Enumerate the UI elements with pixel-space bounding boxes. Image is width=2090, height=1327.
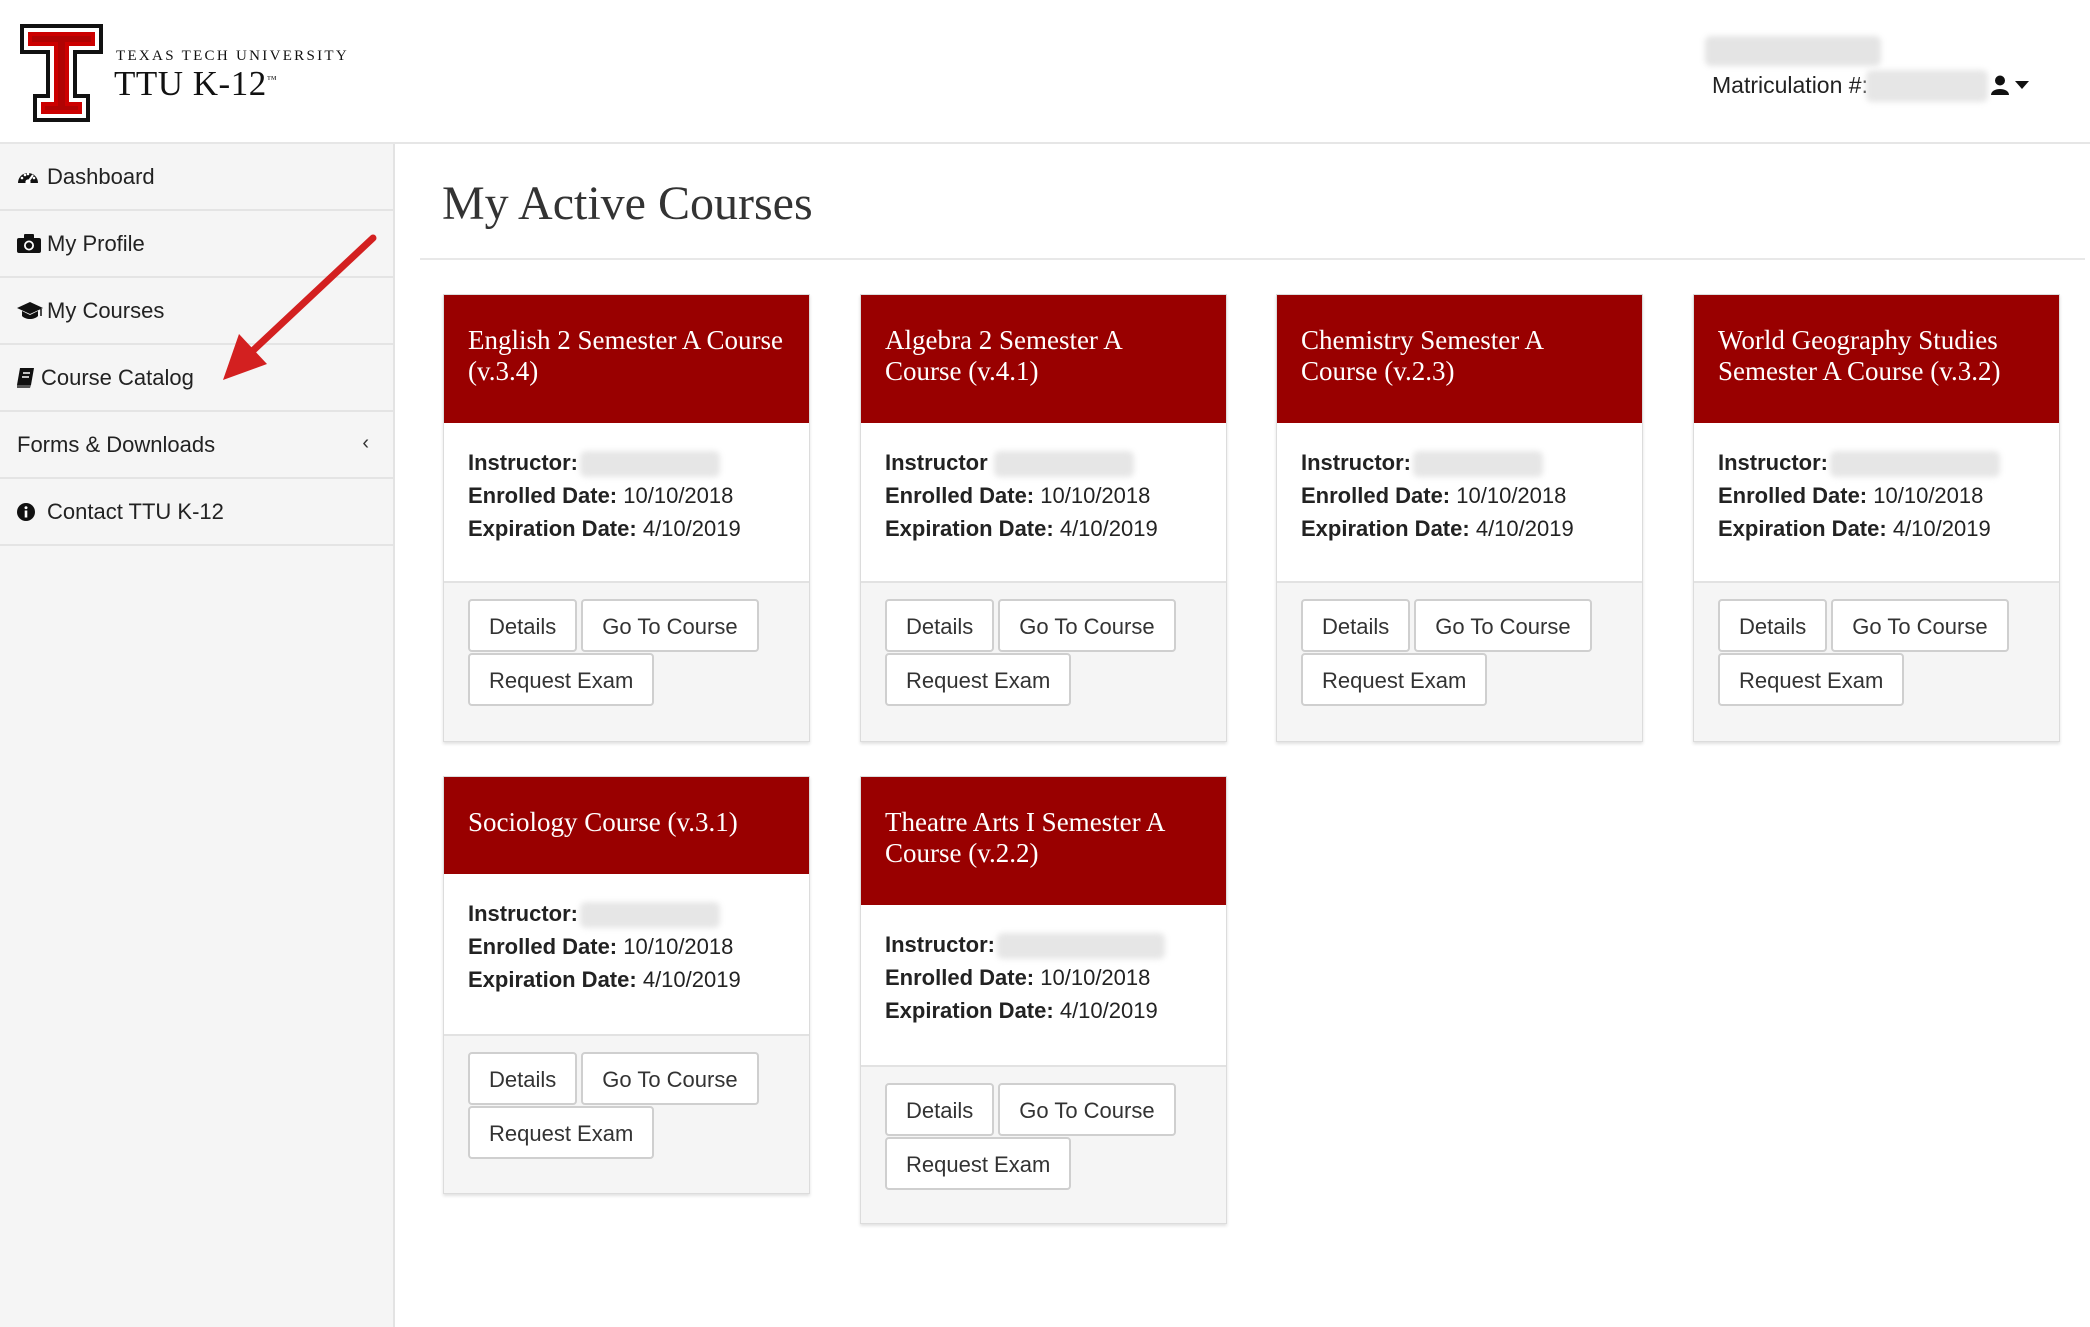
expiration-row: Expiration Date: 4/10/2019 — [468, 516, 741, 541]
matriculation-number-redacted — [1866, 70, 1988, 102]
course-info: Instructor: Enrolled Date: 10/10/2018 Ex… — [444, 874, 809, 1036]
instructor-row: Instructor: — [885, 928, 1204, 961]
enrolled-row: Enrolled Date: 10/10/2018 — [468, 483, 734, 508]
dashboard-icon — [17, 168, 47, 186]
sidebar-item-contact[interactable]: Contact TTU K-12 — [0, 479, 393, 546]
course-card: Algebra 2 Semester A Course (v.4.1) Inst… — [860, 294, 1227, 742]
course-actions: Details Go To Course Request Exam — [444, 583, 809, 706]
course-actions: Details Go To Course Request Exam — [861, 1067, 1226, 1190]
course-title: Algebra 2 Semester A Course (v.4.1) — [861, 295, 1226, 423]
expiration-row: Expiration Date: 4/10/2019 — [468, 967, 741, 992]
instructor-name-redacted — [997, 933, 1165, 960]
instructor-row: Instructor: — [1718, 446, 2037, 479]
book-icon — [17, 367, 41, 388]
course-title: World Geography Studies Semester A Cours… — [1694, 295, 2059, 423]
course-card: World Geography Studies Semester A Cours… — [1693, 294, 2060, 742]
expiration-row: Expiration Date: 4/10/2019 — [885, 998, 1158, 1023]
sidebar-item-label: Forms & Downloads — [17, 431, 216, 457]
enrolled-row: Enrolled Date: 10/10/2018 — [1301, 483, 1567, 508]
go-to-course-button[interactable]: Go To Course — [998, 599, 1176, 652]
instructor-name-redacted — [580, 902, 720, 929]
expiration-row: Expiration Date: 4/10/2019 — [885, 516, 1158, 541]
top-header: TEXAS TECH UNIVERSITY TTU K-12™ Matricul… — [0, 0, 2090, 144]
course-info: Instructor: Enrolled Date: 10/10/2018 Ex… — [444, 423, 809, 583]
annotation-arrow-icon — [223, 234, 377, 380]
enrolled-row: Enrolled Date: 10/10/2018 — [885, 483, 1151, 508]
expiration-row: Expiration Date: 4/10/2019 — [1301, 516, 1574, 541]
course-info: Instructor: Enrolled Date: 10/10/2018 Ex… — [861, 905, 1226, 1067]
request-exam-button[interactable]: Request Exam — [885, 1137, 1072, 1190]
details-button[interactable]: Details — [1301, 599, 1411, 652]
instructor-name-redacted — [1413, 451, 1543, 478]
details-button[interactable]: Details — [1718, 599, 1828, 652]
sidebar-item-label: Course Catalog — [41, 364, 194, 390]
go-to-course-button[interactable]: Go To Course — [998, 1083, 1176, 1136]
sidebar-item-label: My Courses — [47, 297, 165, 323]
details-button[interactable]: Details — [468, 1052, 578, 1105]
course-card: Theatre Arts I Semester A Course (v.2.2)… — [860, 776, 1227, 1224]
enrolled-row: Enrolled Date: 10/10/2018 — [468, 934, 734, 959]
details-button[interactable]: Details — [885, 599, 995, 652]
sidebar-item-label: Dashboard — [47, 163, 155, 189]
matriculation-label: Matriculation #: — [1712, 72, 1868, 98]
instructor-row: Instructor — [885, 446, 1204, 479]
instructor-row: Instructor: — [1301, 446, 1620, 479]
caret-down-icon — [2015, 81, 2029, 89]
instructor-name-redacted — [580, 451, 720, 478]
course-info: Instructor: Enrolled Date: 10/10/2018 Ex… — [1277, 423, 1642, 583]
expiration-row: Expiration Date: 4/10/2019 — [1718, 516, 1991, 541]
user-menu-dropdown[interactable] — [1991, 72, 2035, 98]
go-to-course-button[interactable]: Go To Course — [1414, 599, 1592, 652]
sidebar-item-label: Contact TTU K-12 — [47, 498, 224, 524]
instructor-name-redacted — [993, 451, 1134, 478]
user-name-redacted — [1705, 36, 1881, 66]
course-actions: Details Go To Course Request Exam — [861, 583, 1226, 706]
sidebar-item-forms-downloads[interactable]: Forms & Downloads ‹ — [0, 412, 393, 479]
info-circle-icon — [17, 502, 47, 521]
texas-tech-double-t-logo[interactable] — [20, 24, 103, 122]
request-exam-button[interactable]: Request Exam — [468, 1106, 655, 1159]
camera-icon — [17, 234, 47, 253]
instructor-name-redacted — [1830, 451, 2000, 478]
go-to-course-button[interactable]: Go To Course — [1831, 599, 2009, 652]
request-exam-button[interactable]: Request Exam — [1301, 653, 1488, 706]
details-button[interactable]: Details — [468, 599, 578, 652]
sidebar-item-dashboard[interactable]: Dashboard — [0, 144, 393, 211]
sidebar-item-label: My Profile — [47, 230, 145, 256]
course-info: Instructor: Enrolled Date: 10/10/2018 Ex… — [1694, 423, 2059, 583]
course-title: Chemistry Semester A Course (v.2.3) — [1277, 295, 1642, 423]
instructor-row: Instructor: — [468, 446, 787, 479]
enrolled-row: Enrolled Date: 10/10/2018 — [1718, 483, 1984, 508]
course-info: Instructor Enrolled Date: 10/10/2018 Exp… — [861, 423, 1226, 583]
course-title: Sociology Course (v.3.1) — [444, 777, 809, 874]
course-actions: Details Go To Course Request Exam — [1694, 583, 2059, 706]
course-title: English 2 Semester A Course (v.3.4) — [444, 295, 809, 423]
go-to-course-button[interactable]: Go To Course — [581, 599, 759, 652]
course-actions: Details Go To Course Request Exam — [444, 1036, 809, 1159]
user-icon — [1991, 75, 2009, 95]
graduation-cap-icon — [17, 301, 47, 320]
instructor-row: Instructor: — [468, 897, 787, 930]
details-button[interactable]: Details — [885, 1083, 995, 1136]
chevron-left-icon: ‹ — [362, 432, 369, 454]
course-actions: Details Go To Course Request Exam — [1277, 583, 1642, 706]
course-card: Chemistry Semester A Course (v.2.3) Inst… — [1276, 294, 1643, 742]
course-title: Theatre Arts I Semester A Course (v.2.2) — [861, 777, 1226, 905]
logo-university-text: TEXAS TECH UNIVERSITY — [116, 48, 350, 64]
page-title: My Active Courses — [442, 177, 813, 230]
go-to-course-button[interactable]: Go To Course — [581, 1052, 759, 1105]
course-card: Sociology Course (v.3.1) Instructor: Enr… — [443, 776, 810, 1194]
request-exam-button[interactable]: Request Exam — [885, 653, 1072, 706]
request-exam-button[interactable]: Request Exam — [468, 653, 655, 706]
request-exam-button[interactable]: Request Exam — [1718, 653, 1905, 706]
logo-program-text: TTU K-12™ — [114, 64, 278, 103]
enrolled-row: Enrolled Date: 10/10/2018 — [885, 965, 1151, 990]
title-divider — [420, 258, 2085, 260]
course-card: English 2 Semester A Course (v.3.4) Inst… — [443, 294, 810, 742]
